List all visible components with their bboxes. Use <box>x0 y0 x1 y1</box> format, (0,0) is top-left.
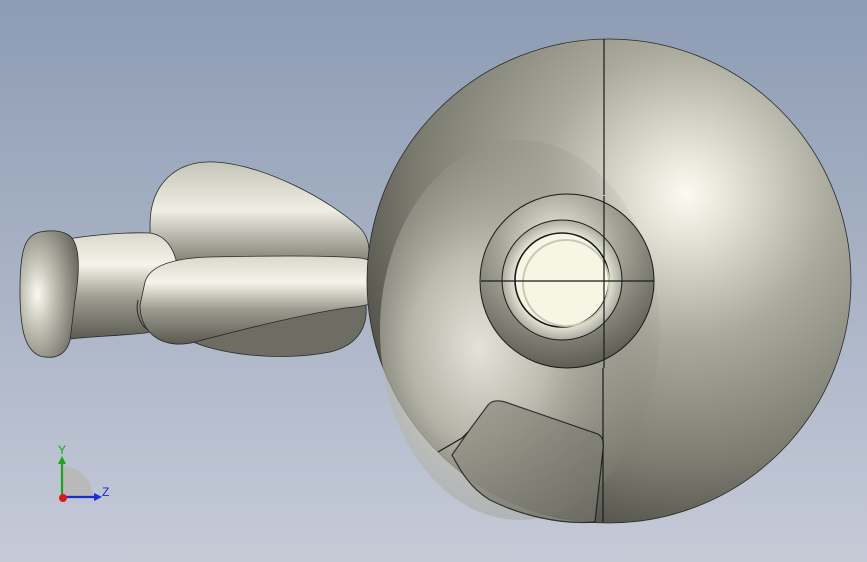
triad-z-arrow-icon <box>94 493 102 501</box>
graphics-viewport[interactable]: Y Z <box>0 0 867 562</box>
orientation-triad[interactable]: Y Z <box>44 440 124 510</box>
triad-z-label: Z <box>102 485 109 499</box>
triad-y-arrow-icon <box>58 456 66 464</box>
triad-x-axis-dot <box>59 494 67 502</box>
triad-quarter-disc <box>62 466 93 497</box>
hand-part[interactable] <box>19 230 79 358</box>
lens-inner-ring <box>514 232 610 328</box>
model-canvas[interactable] <box>0 0 867 562</box>
triad-y-label: Y <box>58 443 66 457</box>
